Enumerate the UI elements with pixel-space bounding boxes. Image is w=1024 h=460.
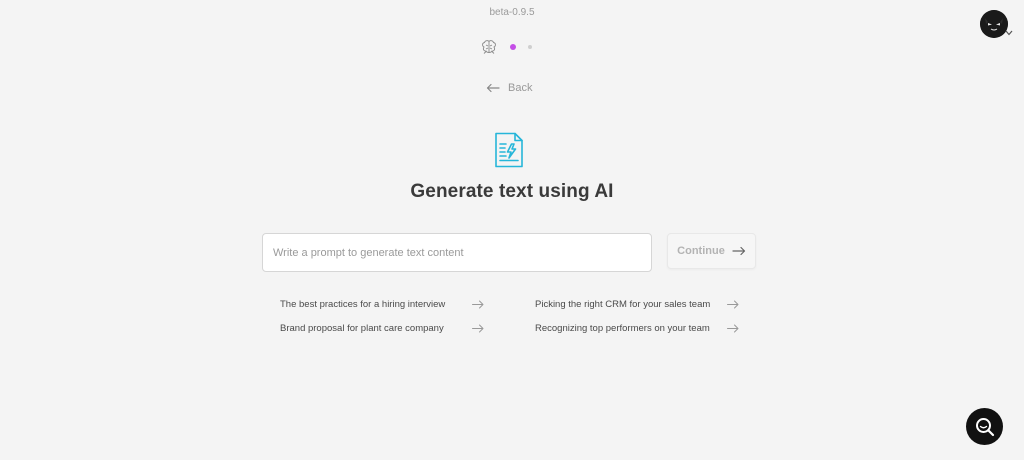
brain-icon (482, 40, 496, 54)
prompt-input[interactable] (262, 233, 652, 272)
version-label: beta-0.9.5 (489, 7, 535, 18)
search-chat-icon (975, 417, 994, 436)
chevron-down-icon[interactable] (1005, 29, 1013, 38)
suggestion-label: Brand proposal for plant care company (280, 322, 444, 334)
step-indicator (480, 38, 540, 56)
arrow-left-icon (486, 83, 500, 93)
suggestion-label: Picking the right CRM for your sales tea… (535, 298, 711, 310)
arrow-right-icon (727, 300, 739, 308)
suggestion-label: Recognizing top performers on your team (535, 322, 710, 334)
suggestion-item[interactable]: Brand proposal for plant care company (280, 321, 484, 335)
avatar[interactable] (980, 10, 1008, 38)
support-chat-button[interactable] (966, 408, 1003, 445)
suggestion-item[interactable]: Picking the right CRM for your sales tea… (535, 297, 739, 311)
cat-avatar-icon (980, 10, 1008, 38)
arrow-right-icon (472, 300, 484, 308)
step-dot (528, 45, 532, 49)
arrow-right-icon (732, 246, 745, 256)
suggestion-item[interactable]: Recognizing top performers on your team (535, 321, 739, 335)
user-menu[interactable] (978, 8, 1018, 40)
arrow-right-icon (727, 324, 739, 332)
suggestion-item[interactable]: The best practices for a hiring intervie… (280, 297, 484, 311)
continue-button[interactable]: Continue (667, 233, 756, 269)
page-title: Generate text using AI (410, 181, 614, 202)
back-label: Back (508, 82, 533, 94)
suggestion-label: The best practices for a hiring intervie… (280, 298, 446, 310)
step-dot-active (510, 44, 516, 50)
continue-label: Continue (677, 245, 725, 257)
back-button[interactable]: Back (486, 80, 532, 96)
document-lightning-icon (495, 132, 523, 168)
arrow-right-icon (472, 324, 484, 332)
